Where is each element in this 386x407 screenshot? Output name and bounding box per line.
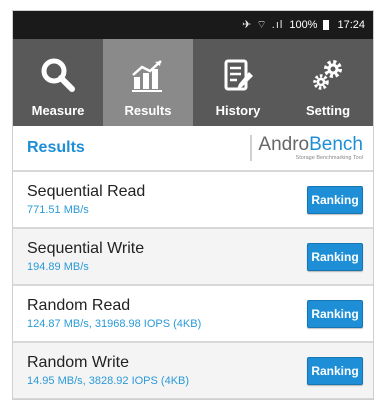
result-row-sequential-read: Sequential Read 771.51 MB/s Ranking — [13, 172, 373, 229]
tab-history[interactable]: History — [193, 39, 283, 126]
result-row-sequential-write: Sequential Write 194.89 MB/s Ranking — [13, 229, 373, 286]
ranking-button[interactable]: Ranking — [307, 299, 363, 328]
ranking-button[interactable]: Ranking — [307, 242, 363, 271]
tab-setting[interactable]: Setting — [283, 39, 373, 126]
result-row-random-write: Random Write 14.95 MB/s, 3828.92 IOPS (4… — [13, 343, 373, 399]
logo-andro: Andro — [258, 134, 310, 155]
search-icon — [38, 55, 78, 95]
results-header: Results AndroBench Storage Benchmarking … — [13, 126, 373, 172]
tab-label: History — [215, 103, 261, 118]
clock: 17:24 — [337, 19, 365, 31]
result-value: 14.95 MB/s, 3828.92 IOPS (4KB) — [27, 375, 190, 387]
tab-label: Results — [124, 103, 172, 118]
chart-icon — [128, 55, 168, 95]
logo-bench: Bench — [309, 134, 363, 155]
ranking-button[interactable]: Ranking — [307, 356, 363, 385]
page-title: Results — [27, 139, 85, 156]
tab-label: Measure — [31, 103, 85, 118]
battery-icon — [323, 20, 330, 30]
result-name: Random Read — [27, 297, 131, 314]
battery-percent: 100% — [289, 19, 318, 31]
result-name: Sequential Read — [27, 183, 146, 200]
result-name: Random Write — [27, 354, 129, 371]
results-list: Sequential Read 771.51 MB/s Ranking Sequ… — [13, 172, 373, 399]
ranking-button[interactable]: Ranking — [307, 185, 363, 214]
tab-label: Setting — [305, 103, 351, 118]
result-name: Sequential Write — [27, 240, 145, 257]
tab-results[interactable]: Results — [103, 39, 193, 126]
status-bar: ✈ ⌔ .ıl 100% 17:24 — [13, 11, 373, 39]
tab-measure[interactable]: Measure — [13, 39, 103, 126]
result-value: 194.89 MB/s — [27, 261, 89, 273]
result-row-random-read: Random Read 124.87 MB/s, 31968.98 IOPS (… — [13, 286, 373, 343]
result-value: 124.87 MB/s, 31968.98 IOPS (4KB) — [27, 318, 202, 330]
app-screen: ✈ ⌔ .ıl 100% 17:24 Measure Results Histo… — [12, 10, 374, 400]
notepad-icon — [218, 55, 258, 95]
androbench-logo: AndroBench Storage Benchmarking Tool — [250, 135, 363, 161]
gears-icon — [308, 55, 348, 95]
tab-bar: Measure Results History Setting — [13, 39, 373, 126]
result-value: 771.51 MB/s — [27, 204, 89, 216]
signal-icons: ✈ ⌔ .ıl — [242, 19, 284, 31]
logo-tagline: Storage Benchmarking Tool — [295, 155, 363, 161]
